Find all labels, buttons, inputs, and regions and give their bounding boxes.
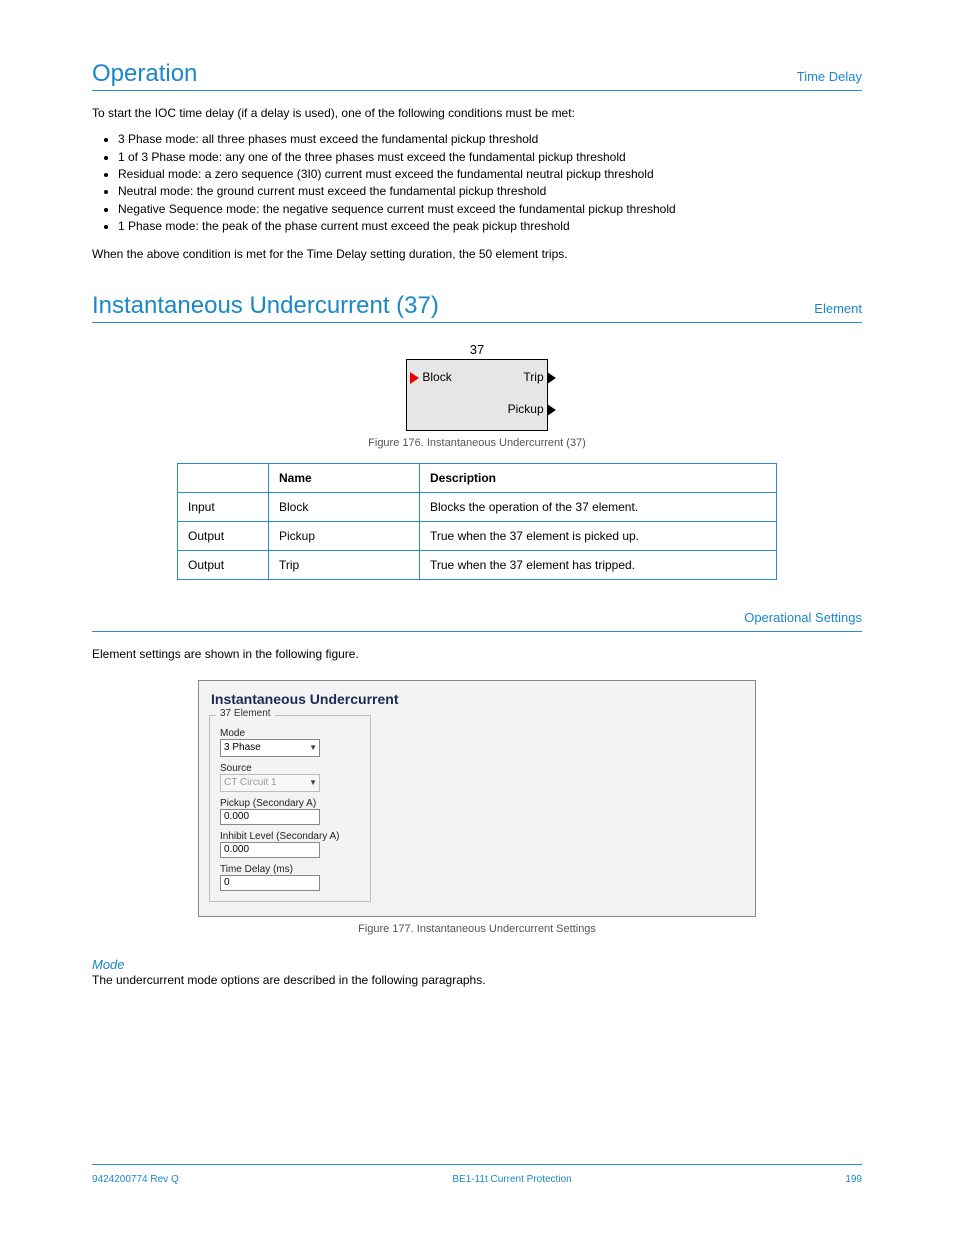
port-label: Pickup <box>508 402 544 416</box>
panel-title: Instantaneous Undercurrent <box>211 691 745 707</box>
table-header <box>178 463 269 492</box>
rule <box>92 90 862 91</box>
port-trip: Trip <box>523 370 556 384</box>
fieldset-legend: 37 Element <box>216 708 275 719</box>
label-inhibit: Inhibit Level (Secondary A) <box>220 831 360 842</box>
triangle-icon <box>547 404 556 416</box>
bullet: 1 of 3 Phase mode: any one of the three … <box>118 149 862 166</box>
triangle-icon <box>410 372 419 384</box>
port-pickup: Pickup <box>508 402 556 416</box>
select-value: CT Circuit 1 <box>224 777 277 788</box>
bullet: Residual mode: a zero sequence (3I0) cur… <box>118 166 862 183</box>
table-cell: True when the 37 element has tripped. <box>420 550 777 579</box>
subhead-operational-settings: Operational Settings <box>744 610 862 625</box>
bullet: Neutral mode: the ground current must ex… <box>118 183 862 200</box>
footer-rule <box>92 1164 862 1165</box>
fieldset-37: 37 Element Mode 3 Phase ▼ Source CT Circ… <box>209 715 371 902</box>
footer-left: 9424200774 Rev Q <box>92 1174 179 1185</box>
page-footer: 9424200774 Rev Q BE1-11t Current Protect… <box>92 1174 862 1185</box>
table-row: Name Description <box>178 463 777 492</box>
table-row: Input Block Blocks the operation of the … <box>178 492 777 521</box>
pickup-input[interactable] <box>220 809 320 825</box>
element-block-37: 37 Block Trip Pickup <box>406 359 548 431</box>
inhibit-input[interactable] <box>220 842 320 858</box>
section-title-operation: Operation <box>92 60 197 88</box>
rule <box>92 322 862 323</box>
body-text: The undercurrent mode options are descri… <box>92 972 862 988</box>
footer-center: BE1-11t Current Protection <box>452 1174 571 1185</box>
chevron-down-icon: ▼ <box>309 778 317 787</box>
table-header: Description <box>420 463 777 492</box>
select-value: 3 Phase <box>224 742 261 753</box>
table-cell: Input <box>178 492 269 521</box>
label-delay: Time Delay (ms) <box>220 864 360 875</box>
chevron-down-icon: ▼ <box>309 743 317 752</box>
element-block-title: 37 <box>407 342 547 357</box>
body-text: Element settings are shown in the follow… <box>92 646 862 662</box>
label-pickup: Pickup (Secondary A) <box>220 798 360 809</box>
table-cell: Pickup <box>269 521 420 550</box>
port-label: Trip <box>523 370 543 384</box>
port-label: Block <box>422 370 451 384</box>
table-cell: Output <box>178 521 269 550</box>
settings-panel: Instantaneous Undercurrent 37 Element Mo… <box>198 680 756 917</box>
figure-caption: Figure 176. Instantaneous Undercurrent (… <box>92 437 862 449</box>
subhead-time-delay: Time Delay <box>797 69 862 84</box>
table-cell: Output <box>178 550 269 579</box>
bullet: 1 Phase mode: the peak of the phase curr… <box>118 218 862 235</box>
label-source: Source <box>220 763 360 774</box>
body-text: To start the IOC time delay (if a delay … <box>92 105 862 121</box>
table-cell: Trip <box>269 550 420 579</box>
table-cell: True when the 37 element is picked up. <box>420 521 777 550</box>
rule <box>92 631 862 632</box>
bullet: Negative Sequence mode: the negative seq… <box>118 201 862 218</box>
delay-input[interactable] <box>220 875 320 891</box>
port-block: Block <box>410 370 452 384</box>
subhead-element: Element <box>814 301 862 316</box>
source-select[interactable]: CT Circuit 1 ▼ <box>220 774 320 792</box>
table-row: Output Pickup True when the 37 element i… <box>178 521 777 550</box>
subhead-mode: Mode <box>92 957 862 972</box>
table-row: Output Trip True when the 37 element has… <box>178 550 777 579</box>
footer-right: 199 <box>845 1174 862 1185</box>
mode-select[interactable]: 3 Phase ▼ <box>220 739 320 757</box>
table-cell: Block <box>269 492 420 521</box>
figure-caption: Figure 177. Instantaneous Undercurrent S… <box>92 923 862 935</box>
table-header: Name <box>269 463 420 492</box>
bullet: 3 Phase mode: all three phases must exce… <box>118 131 862 148</box>
label-mode: Mode <box>220 728 360 739</box>
io-table: Name Description Input Block Blocks the … <box>177 463 777 580</box>
table-cell: Blocks the operation of the 37 element. <box>420 492 777 521</box>
body-text: When the above condition is met for the … <box>92 246 862 262</box>
triangle-icon <box>547 372 556 384</box>
section-title-37: Instantaneous Undercurrent (37) <box>92 292 439 320</box>
